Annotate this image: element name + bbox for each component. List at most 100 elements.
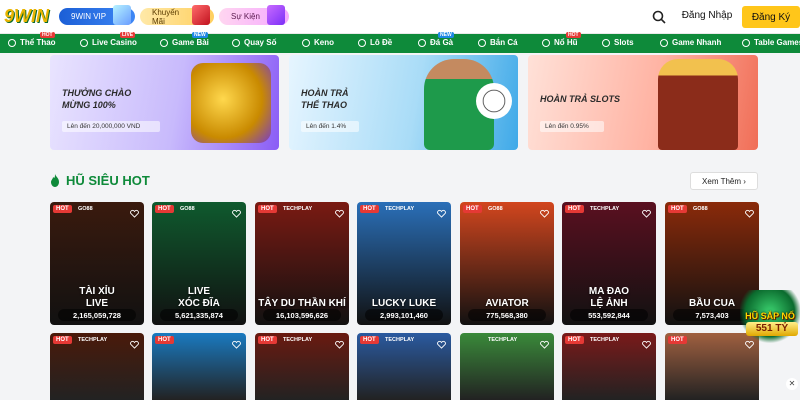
nav-label: Game Nhanh xyxy=(672,38,722,47)
jackpot-amount: 553,592,844 xyxy=(570,309,648,321)
treasure-chest-image xyxy=(191,63,271,143)
rocket-icon xyxy=(660,38,668,47)
nav-item-no-hu[interactable]: Nổ Hũ HOT xyxy=(542,32,581,47)
game-card[interactable]: HOT xyxy=(152,333,246,400)
game-card[interactable]: HOT TECHPLAY xyxy=(562,333,656,400)
game-card[interactable]: HOT TECHPLAY TÂY DU THẦN KHÍ 16,103,596,626 xyxy=(255,202,349,325)
heart-icon[interactable] xyxy=(745,205,754,218)
nav-item-quay-so[interactable]: Quay Số xyxy=(232,38,276,47)
site-logo[interactable]: 9WIN xyxy=(4,2,54,32)
banner-title: THƯỞNG CHÀO MỪNG 100% xyxy=(62,88,132,110)
nav-label: Thể Thao xyxy=(20,38,56,47)
game-card[interactable]: HOT TECHPLAY xyxy=(357,333,451,400)
game-card[interactable]: HOT TECHPLAY xyxy=(50,333,144,400)
provider-label: TECHPLAY xyxy=(78,337,108,343)
jackpot-amount: 5,621,335,874 xyxy=(160,309,238,321)
new-badge: NEW xyxy=(192,32,208,38)
hot-badge: HOT xyxy=(155,336,174,344)
nav-label: Bắn Cá xyxy=(490,38,518,47)
nav-item-lo-de[interactable]: Lô Đề xyxy=(358,38,392,47)
heart-icon[interactable] xyxy=(335,205,344,218)
heart-icon[interactable] xyxy=(437,205,446,218)
hot-badge: HOT xyxy=(258,205,277,213)
sports-icon xyxy=(8,38,16,47)
live-badge: LIVE xyxy=(120,32,136,38)
nav-label: Game Bài xyxy=(172,38,209,47)
hot-badge: HOT xyxy=(463,205,482,213)
heart-icon[interactable] xyxy=(130,205,139,218)
search-icon[interactable] xyxy=(652,10,666,24)
vip-pill[interactable]: 9WIN VIP xyxy=(59,5,135,25)
hot-badge: HOT xyxy=(53,205,72,213)
nav-item-slots[interactable]: Slots xyxy=(602,38,634,47)
provider-label: TECHPLAY xyxy=(385,206,415,212)
hot-badge: HOT xyxy=(53,336,72,344)
casino-icon xyxy=(80,38,88,47)
close-icon[interactable]: ✕ xyxy=(786,378,798,390)
chevron-right-icon: › xyxy=(743,176,746,186)
heart-icon[interactable] xyxy=(540,205,549,218)
lo-de-icon xyxy=(358,38,366,47)
jackpot-floater-amount: 551 TỶ xyxy=(746,322,798,336)
heart-icon[interactable] xyxy=(130,336,139,349)
football-image xyxy=(476,83,512,119)
nav-item-game-bai[interactable]: Game Bài NEW xyxy=(160,32,209,47)
hot-badge: HOT xyxy=(668,336,687,344)
hot-badge: HOT xyxy=(566,32,581,38)
game-title: TÀI XỈU LIVE xyxy=(79,286,115,309)
nav-label: Live Casino xyxy=(92,38,137,47)
nav-item-table-games[interactable]: Table Games xyxy=(742,38,800,47)
nav-item-da-ga[interactable]: Đá Gà NEW xyxy=(418,32,454,47)
jackpot-amount: 16,103,596,626 xyxy=(263,309,341,321)
nav-item-keno[interactable]: Keno xyxy=(302,38,334,47)
login-button[interactable]: Đăng Nhập xyxy=(678,10,736,21)
jackpot-amount: 775,568,380 xyxy=(468,309,546,321)
see-more-button[interactable]: Xem Thêm › xyxy=(690,172,758,190)
nav-label: Đá Gà xyxy=(430,38,454,47)
game-card[interactable]: HOT TECHPLAY xyxy=(255,333,349,400)
nav-item-live-casino[interactable]: Live Casino LIVE xyxy=(80,32,137,47)
provider-label: TECHPLAY xyxy=(385,337,415,343)
hot-badge: HOT xyxy=(40,32,55,38)
heart-icon[interactable] xyxy=(437,336,446,349)
banner-title: HOÀN TRẢ THỂ THAO xyxy=(301,88,349,110)
game-card[interactable]: HOT TECHPLAY MA ĐAO LỆ ẢNH 553,592,844 xyxy=(562,202,656,325)
banner-slots-rebate[interactable]: HOÀN TRẢ SLOTS Lên đến 0.95% xyxy=(528,55,758,150)
nav-label: Quay Số xyxy=(244,38,277,47)
heart-icon[interactable] xyxy=(335,336,344,349)
event-icon xyxy=(267,5,285,25)
vip-pill-label: 9WIN VIP xyxy=(71,12,107,21)
signup-button[interactable]: Đăng Ký xyxy=(742,6,800,28)
nav-item-the-thao[interactable]: Thể Thao HOT xyxy=(8,32,56,47)
nav-label: Keno xyxy=(314,38,334,47)
hot-badge: HOT xyxy=(565,205,584,213)
jackpot-amount: 2,165,059,728 xyxy=(58,309,136,321)
hot-badge: HOT xyxy=(155,205,174,213)
game-card[interactable]: TECHPLAY xyxy=(460,333,554,400)
banner-sports-rebate[interactable]: HOÀN TRẢ THỂ THAO Lên đến 1.4% xyxy=(289,55,518,150)
heart-icon[interactable] xyxy=(232,205,241,218)
events-pill-label: Sự Kiện xyxy=(231,12,260,21)
heart-icon[interactable] xyxy=(540,336,549,349)
nav-item-game-nhanh[interactable]: Game Nhanh xyxy=(660,38,721,47)
jackpot-floater-label: HŨ SẮP NỔ xyxy=(745,311,795,321)
cards-icon xyxy=(160,38,168,47)
game-card[interactable]: HOT GO88 AVIATOR 775,568,380 xyxy=(460,202,554,325)
keno-icon xyxy=(302,38,310,47)
heart-icon[interactable] xyxy=(232,336,241,349)
banner-title: HOÀN TRẢ SLOTS xyxy=(540,94,620,104)
diamond-icon xyxy=(113,5,131,25)
hot-badge: HOT xyxy=(258,336,277,344)
events-pill[interactable]: Sự Kiện xyxy=(219,5,289,25)
section-title: HŨ SIÊU HOT xyxy=(50,173,150,188)
game-card[interactable]: HOT TECHPLAY LUCKY LUKE 2,993,101,460 xyxy=(357,202,451,325)
heart-icon[interactable] xyxy=(642,336,651,349)
see-more-label: Xem Thêm xyxy=(702,176,742,186)
heart-icon[interactable] xyxy=(642,205,651,218)
promotions-pill[interactable]: Khuyến Mãi xyxy=(140,5,214,26)
game-card[interactable]: HOT GO88 LIVE XÓC ĐĨA 5,621,335,874 xyxy=(152,202,246,325)
jackpot-amount: 2,993,101,460 xyxy=(365,309,443,321)
game-card[interactable]: HOT GO88 TÀI XỈU LIVE 2,165,059,728 xyxy=(50,202,144,325)
banner-welcome-bonus[interactable]: THƯỞNG CHÀO MỪNG 100% Lên đến 20,000,000 … xyxy=(50,55,279,150)
nav-item-ban-ca[interactable]: Bắn Cá xyxy=(478,38,518,47)
